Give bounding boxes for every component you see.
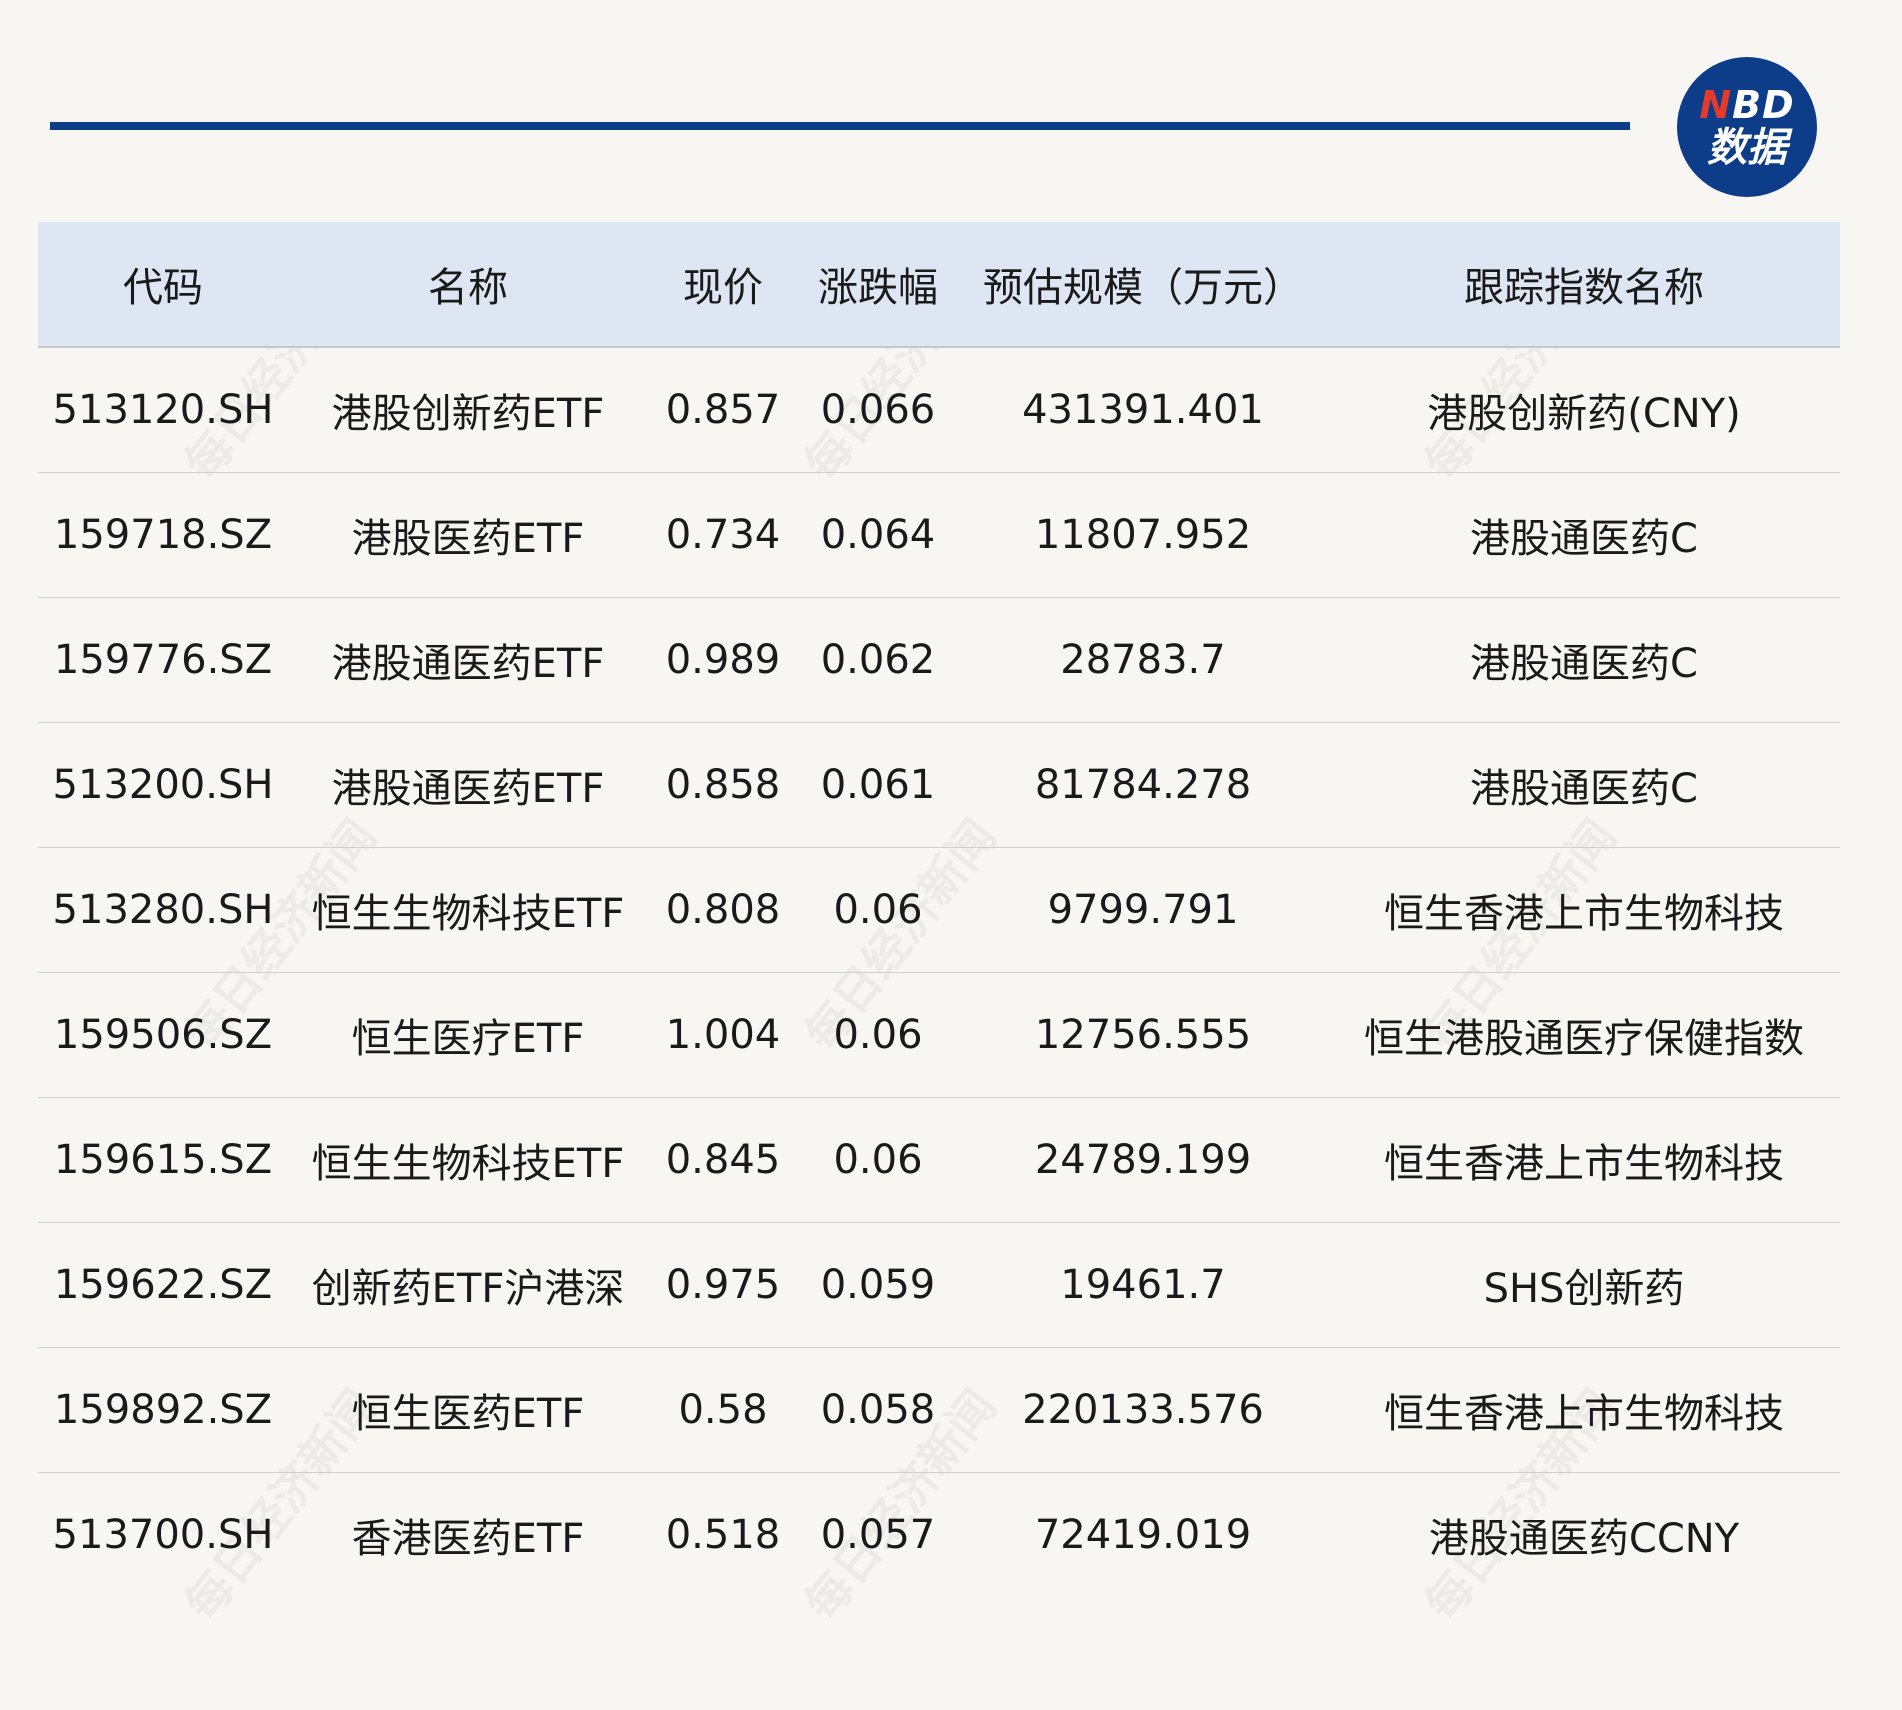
cell-change: 0.061	[798, 722, 958, 848]
cell-index: 港股通医药CCNY	[1428, 1516, 1740, 1562]
cell-code: 159615.SZ	[38, 1097, 288, 1223]
cell-change: 0.06	[798, 847, 958, 973]
cell-code: 159892.SZ	[38, 1347, 288, 1473]
cell-code: 159622.SZ	[38, 1222, 288, 1348]
table-row: 513200.SH 港股通医药ETF 0.858 0.061 81784.278 港股通医…	[38, 722, 1840, 848]
cell-scale: 11807.952	[958, 472, 1328, 598]
cell-code: 513120.SH	[38, 347, 288, 473]
table-row: 159776.SZ 港股通医药ETF 0.989 0.062 28783.7 港股通医药C	[38, 597, 1840, 723]
cell-name: 港股通医药ETF	[288, 597, 648, 723]
cell-scale: 9799.791	[958, 847, 1328, 973]
cell-scale: 28783.7	[958, 597, 1328, 723]
table-header-row: 代码 名称 现价 涨跌幅 预估规模（万元） 跟踪指数名称	[38, 222, 1840, 348]
cell-scale: 220133.576	[958, 1347, 1328, 1473]
cell-change: 0.06	[798, 1097, 958, 1223]
header-code: 代码	[38, 222, 288, 348]
etf-table: 代码 名称 现价 涨跌幅 预估规模（万元） 跟踪指数名称 513120.SH 港股…	[38, 222, 1840, 1597]
cell-code: 513700.SH	[52, 1512, 274, 1558]
cell-code: 159718.SZ	[38, 472, 288, 598]
table-row: 159622.SZ 创新药ETF沪港深 0.975 0.059 19461.7 SHS创新…	[38, 1222, 1840, 1348]
header-index: 跟踪指数名称	[1328, 222, 1840, 348]
table-row: 159718.SZ 港股医药ETF 0.734 0.064 11807.952 港股通医药…	[38, 472, 1840, 598]
cell-name: 港股医药ETF	[288, 472, 648, 598]
header-price: 现价	[648, 222, 798, 348]
cell-price: 1.004	[648, 972, 798, 1098]
cell-price: 0.58	[648, 1347, 798, 1473]
header-scale: 预估规模（万元）	[958, 222, 1328, 348]
cell-index: 恒生香港上市生物科技	[1328, 1097, 1840, 1223]
cell-name: 恒生医药ETF	[288, 1347, 648, 1473]
cell-price: 0.989	[648, 597, 798, 723]
cell-name: 恒生医疗ETF	[288, 972, 648, 1098]
nbd-logo: NBD 数据	[1677, 57, 1817, 197]
cell-code: 513280.SH	[38, 847, 288, 973]
table-row: 159506.SZ 恒生医疗ETF 1.004 0.06 12756.555 恒生港股通医…	[38, 972, 1840, 1098]
cell-name: 港股创新药ETF	[288, 347, 648, 473]
table-row: 513280.SH 恒生生物科技ETF 0.808 0.06 9799.791 恒生香港上…	[38, 847, 1840, 973]
cell-code: 513200.SH	[38, 722, 288, 848]
cell-price: 0.857	[648, 347, 798, 473]
header-name: 名称	[288, 222, 648, 348]
logo-line1: NBD	[1699, 83, 1795, 127]
cell-price: 0.734	[648, 472, 798, 598]
cell-scale: 12756.555	[958, 972, 1328, 1098]
cell-change: 0.06	[798, 972, 958, 1098]
cell-price: 0.808	[648, 847, 798, 973]
cell-change: 0.064	[798, 472, 958, 598]
cell-index: 港股通医药C	[1328, 472, 1840, 598]
cell-scale: 24789.199	[958, 1097, 1328, 1223]
cell-index: 恒生港股通医疗保健指数	[1328, 972, 1840, 1098]
cell-change: 0.062	[798, 597, 958, 723]
cell-price: 0.858	[648, 722, 798, 848]
cell-code: 159776.SZ	[38, 597, 288, 723]
cell-code: 159506.SZ	[38, 972, 288, 1098]
table-row: 513700.SH 香港医药ETF 0.518 0.057 72419.019 港股通医药…	[38, 1473, 1840, 1598]
cell-name: 恒生生物科技ETF	[288, 1097, 648, 1223]
cell-change: 0.057	[820, 1512, 936, 1558]
table-row: 159615.SZ 恒生生物科技ETF 0.845 0.06 24789.199 恒生香港…	[38, 1097, 1840, 1223]
header-change: 涨跌幅	[798, 222, 958, 348]
cell-change: 0.059	[798, 1222, 958, 1348]
cell-index: SHS创新药	[1328, 1222, 1840, 1348]
cell-name: 港股通医药ETF	[288, 722, 648, 848]
cell-index: 恒生香港上市生物科技	[1328, 847, 1840, 973]
cell-name: 香港医药ETF	[351, 1516, 585, 1562]
cell-index: 港股通医药C	[1328, 722, 1840, 848]
table-row: 159892.SZ 恒生医药ETF 0.58 0.058 220133.576 恒生香港上…	[38, 1347, 1840, 1473]
cell-name: 恒生生物科技ETF	[288, 847, 648, 973]
cell-change: 0.058	[798, 1347, 958, 1473]
cell-scale: 72419.019	[1034, 1512, 1252, 1558]
table-row: 513120.SH 港股创新药ETF 0.857 0.066 431391.401 港股创…	[38, 347, 1840, 473]
cell-scale: 81784.278	[958, 722, 1328, 848]
cell-index: 恒生香港上市生物科技	[1328, 1347, 1840, 1473]
cell-scale: 431391.401	[958, 347, 1328, 473]
cell-index: 港股创新药(CNY)	[1328, 347, 1840, 473]
cell-price: 0.975	[648, 1222, 798, 1348]
logo-line2: 数据	[1707, 125, 1787, 171]
cell-name: 创新药ETF沪港深	[288, 1222, 648, 1348]
cell-change: 0.066	[798, 347, 958, 473]
top-rule	[50, 122, 1630, 130]
cell-scale: 19461.7	[958, 1222, 1328, 1348]
cell-price: 0.845	[648, 1097, 798, 1223]
cell-price: 0.518	[665, 1512, 781, 1558]
cell-index: 港股通医药C	[1328, 597, 1840, 723]
